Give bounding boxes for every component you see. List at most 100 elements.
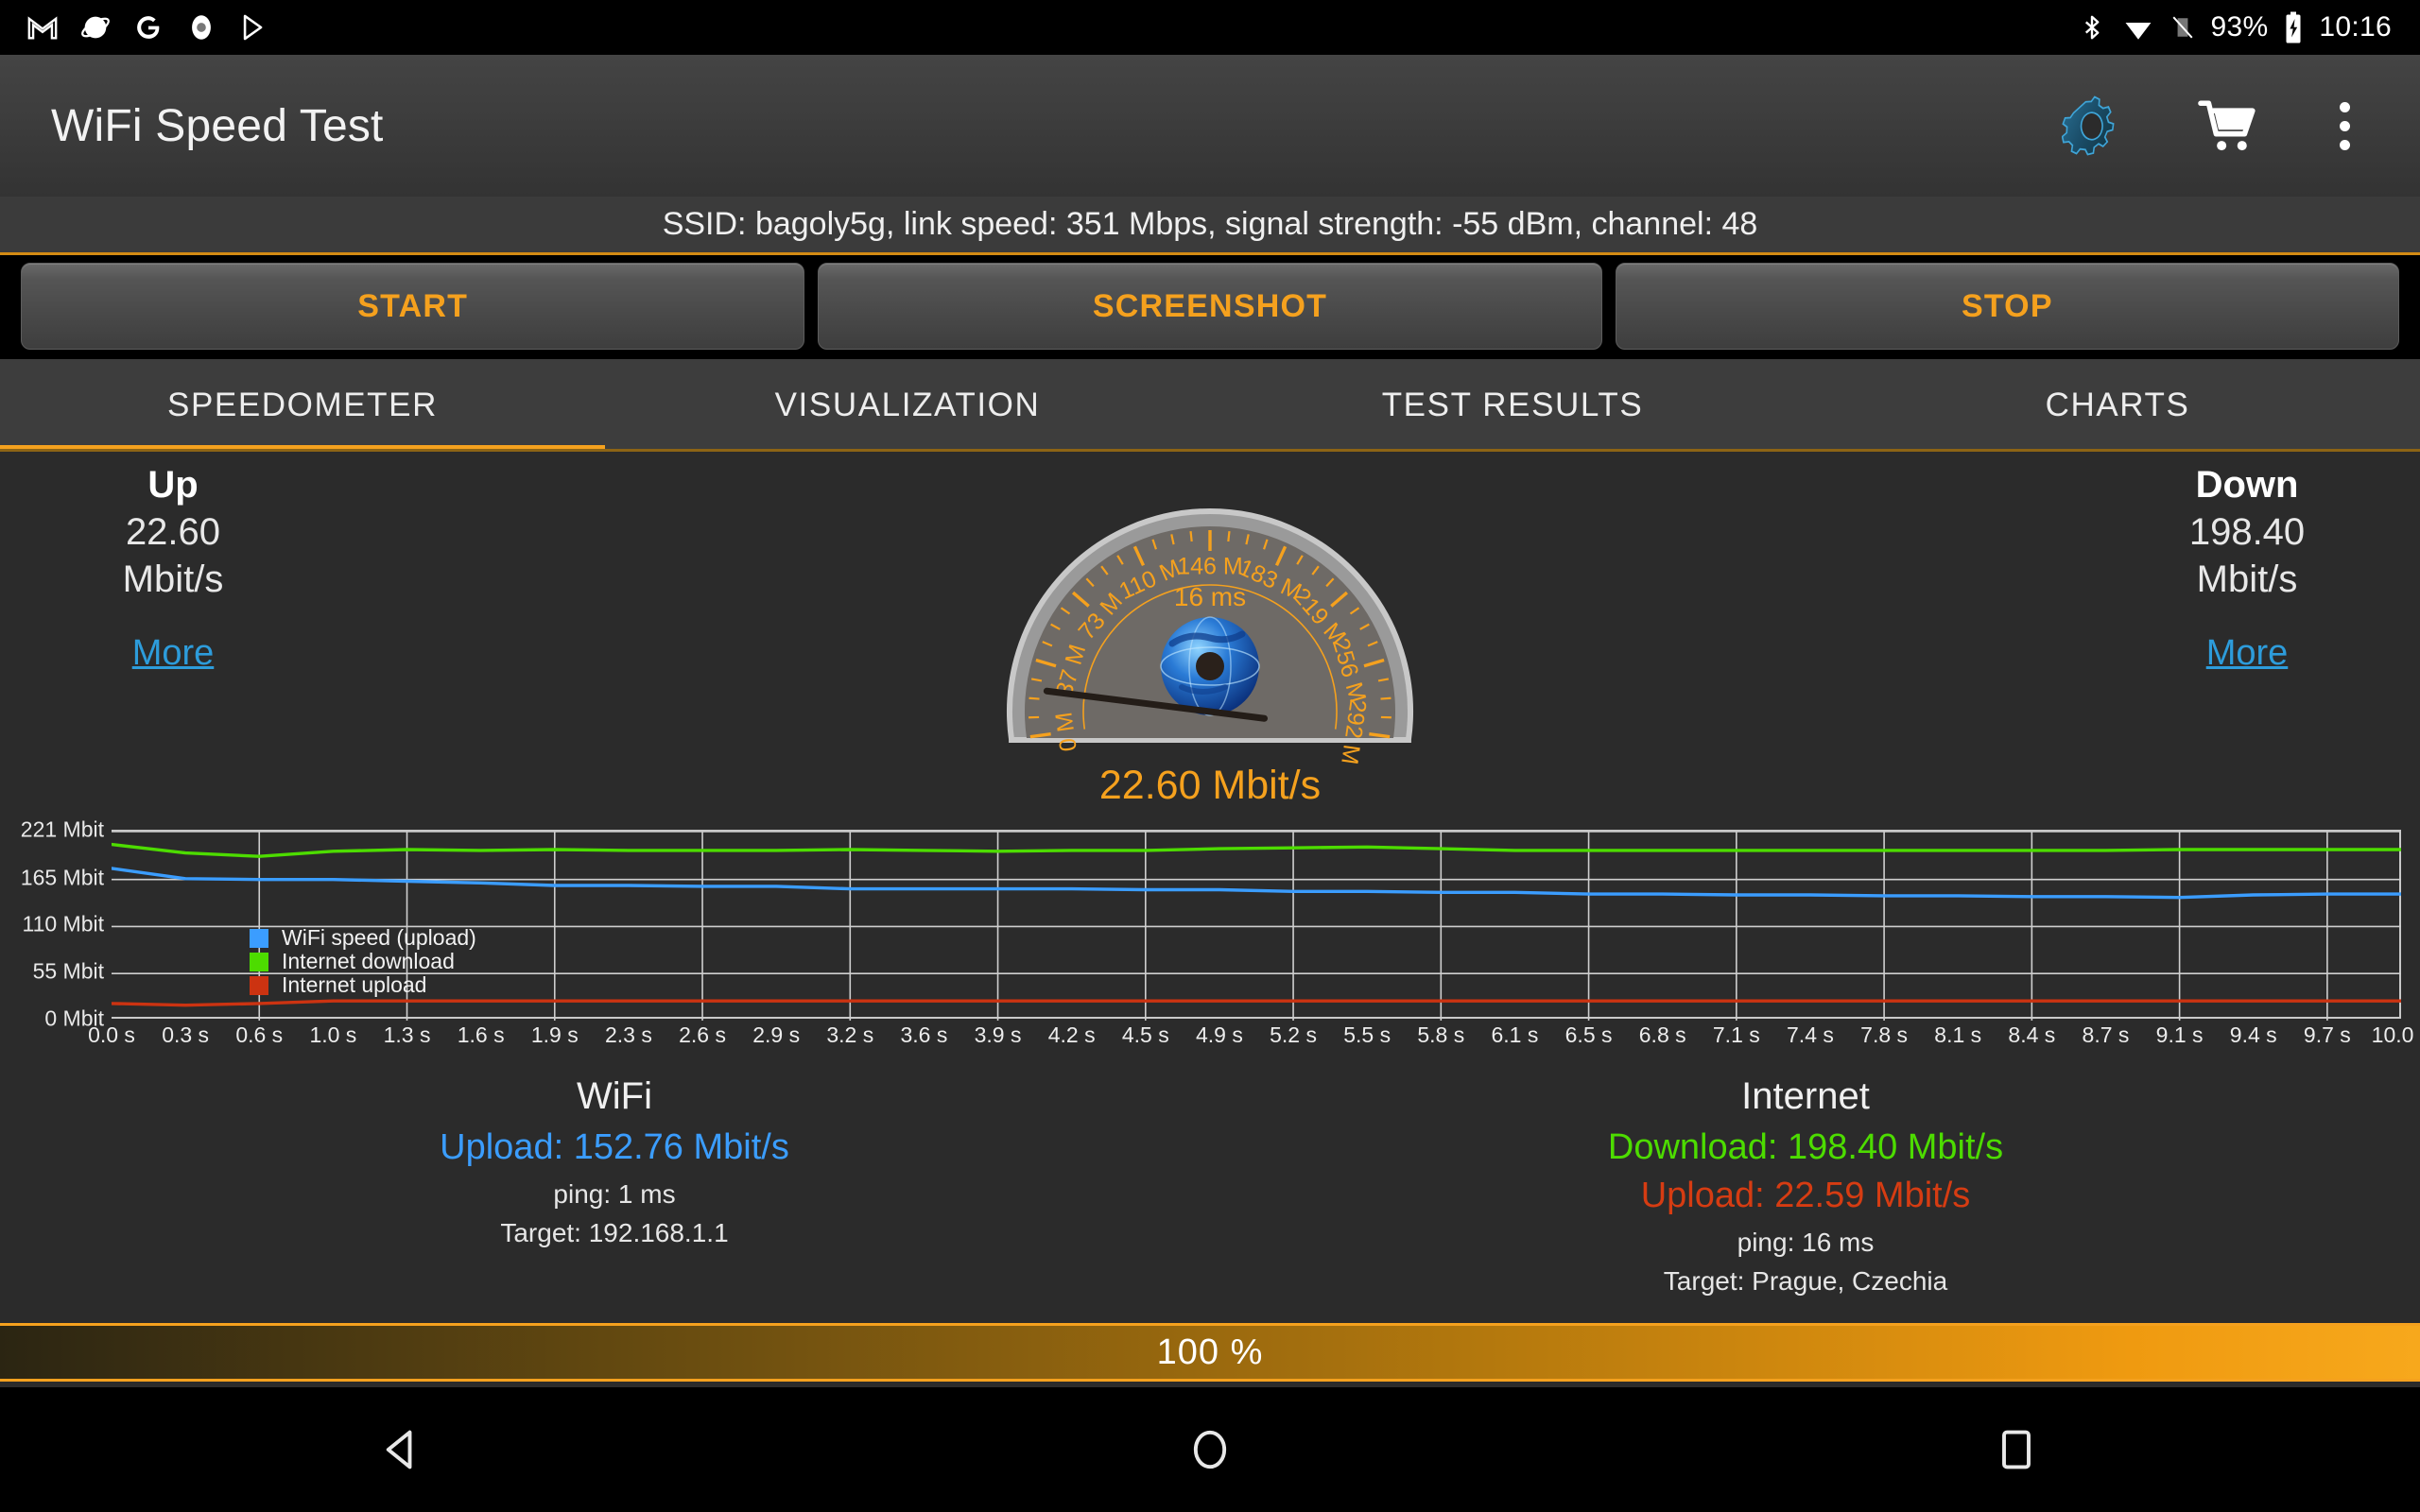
google-icon bbox=[132, 11, 164, 43]
chart-x-tick: 7.1 s bbox=[1713, 1022, 1760, 1048]
progress-bar: 100 % bbox=[0, 1323, 2420, 1382]
overflow-menu-icon[interactable] bbox=[2325, 96, 2365, 156]
chart-x-tick: 4.5 s bbox=[1122, 1022, 1169, 1048]
recents-icon[interactable] bbox=[1931, 1407, 2101, 1492]
battery-charging-icon bbox=[2283, 10, 2304, 44]
gmail-icon bbox=[26, 11, 59, 43]
progress-label: 100 % bbox=[1157, 1332, 1264, 1373]
wifi-ping-value: ping: 1 ms bbox=[189, 1176, 1040, 1214]
chart-x-axis: 0.0 s0.3 s0.6 s1.0 s1.3 s1.6 s1.9 s2.3 s… bbox=[112, 1022, 2401, 1057]
home-icon[interactable] bbox=[1125, 1407, 1295, 1492]
action-button-row: START SCREENSHOT STOP bbox=[0, 263, 2420, 350]
legend-item-wifi-upload: WiFi speed (upload) bbox=[250, 926, 476, 950]
wifi-results: WiFi Upload: 152.76 Mbit/s ping: 1 ms Ta… bbox=[189, 1075, 1040, 1252]
battery-percent-label: 93% bbox=[2210, 11, 2268, 43]
chart-x-tick: 1.0 s bbox=[309, 1022, 356, 1048]
screenshot-button[interactable]: SCREENSHOT bbox=[818, 263, 1601, 350]
upload-more-link[interactable]: More bbox=[132, 633, 215, 674]
chart-x-tick: 1.9 s bbox=[531, 1022, 579, 1048]
legend-swatch-internet-upload bbox=[250, 976, 268, 995]
wifi-target-value: Target: 192.168.1.1 bbox=[189, 1214, 1040, 1253]
chart-legend: WiFi speed (upload) Internet download In… bbox=[250, 926, 476, 997]
chart-y-tick: 221 Mbit bbox=[21, 817, 104, 843]
chart-x-tick: 5.5 s bbox=[1343, 1022, 1391, 1048]
chart-x-tick: 6.1 s bbox=[1492, 1022, 1539, 1048]
start-button[interactable]: START bbox=[21, 263, 804, 350]
chart-x-tick: 2.3 s bbox=[605, 1022, 652, 1048]
svg-text:0 M: 0 M bbox=[1050, 711, 1082, 753]
chart-x-tick: 2.6 s bbox=[679, 1022, 726, 1048]
download-more-link[interactable]: More bbox=[2206, 633, 2289, 674]
chart-x-tick: 9.7 s bbox=[2304, 1022, 2351, 1048]
no-sim-icon bbox=[2170, 11, 2195, 43]
chart-x-tick: 4.9 s bbox=[1196, 1022, 1243, 1048]
ssid-info-text: SSID: bagoly5g, link speed: 351 Mbps, si… bbox=[663, 206, 1758, 243]
clock-label: 10:16 bbox=[2319, 11, 2392, 43]
chart-x-tick: 1.6 s bbox=[458, 1022, 505, 1048]
chart-x-tick: 9.1 s bbox=[2156, 1022, 2204, 1048]
download-summary: Down 198.40 Mbit/s More bbox=[2091, 461, 2403, 674]
stop-button[interactable]: STOP bbox=[1616, 263, 2399, 350]
chart-x-tick: 0.3 s bbox=[162, 1022, 209, 1048]
chart-x-tick: 0.6 s bbox=[235, 1022, 283, 1048]
internet-results-heading: Internet bbox=[1380, 1075, 2231, 1118]
chart-y-tick: 165 Mbit bbox=[21, 865, 104, 890]
legend-swatch-wifi-upload bbox=[250, 929, 268, 948]
tab-test-results[interactable]: TEST RESULTS bbox=[1210, 359, 1815, 452]
page-title: WiFi Speed Test bbox=[0, 100, 384, 152]
results-summary: WiFi Upload: 152.76 Mbit/s ping: 1 ms Ta… bbox=[0, 1075, 2420, 1340]
status-bar: 93% 10:16 bbox=[0, 0, 2420, 55]
chart-x-tick: 10.0 s bbox=[2372, 1022, 2420, 1048]
wifi-icon bbox=[2121, 11, 2155, 43]
chart-x-tick: 3.9 s bbox=[975, 1022, 1022, 1048]
wifi-upload-value: Upload: 152.76 Mbit/s bbox=[189, 1127, 1040, 1168]
upload-label: Up bbox=[17, 461, 329, 508]
internet-results: Internet Download: 198.40 Mbit/s Upload:… bbox=[1380, 1075, 2231, 1300]
android-nav-bar bbox=[0, 1387, 2420, 1512]
chart-x-tick: 3.2 s bbox=[826, 1022, 873, 1048]
upload-summary: Up 22.60 Mbit/s More bbox=[17, 461, 329, 674]
app-bar-actions bbox=[2062, 91, 2420, 161]
back-icon[interactable] bbox=[319, 1407, 489, 1492]
chart-x-tick: 7.8 s bbox=[1860, 1022, 1908, 1048]
internet-upload-value: Upload: 22.59 Mbit/s bbox=[1380, 1176, 2231, 1216]
chart-x-tick: 3.6 s bbox=[900, 1022, 947, 1048]
chart-x-tick: 6.5 s bbox=[1565, 1022, 1613, 1048]
chart-x-tick: 8.1 s bbox=[1934, 1022, 1981, 1048]
tab-visualization[interactable]: VISUALIZATION bbox=[605, 359, 1210, 452]
settings-gear-icon[interactable] bbox=[2062, 91, 2132, 161]
chart-x-tick: 0.0 s bbox=[88, 1022, 135, 1048]
svg-text:16 ms: 16 ms bbox=[1174, 582, 1246, 611]
bluetooth-icon bbox=[2078, 11, 2106, 43]
internet-ping-value: ping: 16 ms bbox=[1380, 1224, 2231, 1263]
chart-x-tick: 6.8 s bbox=[1639, 1022, 1686, 1048]
tab-bar: SPEEDOMETER VISUALIZATION TEST RESULTS C… bbox=[0, 359, 2420, 452]
download-value: 198.40 bbox=[2091, 508, 2403, 556]
chart-x-tick: 4.2 s bbox=[1048, 1022, 1096, 1048]
record-icon bbox=[185, 11, 217, 43]
speedometer-panel: Up 22.60 Mbit/s More Down 198.40 Mbit/s … bbox=[0, 452, 2420, 1353]
legend-label-internet-upload: Internet upload bbox=[282, 972, 426, 998]
internet-download-value: Download: 198.40 Mbit/s bbox=[1380, 1127, 2231, 1168]
chart-y-tick: 110 Mbit bbox=[22, 912, 104, 937]
chart-y-tick: 55 Mbit bbox=[33, 959, 104, 985]
tab-charts[interactable]: CHARTS bbox=[1815, 359, 2420, 452]
cart-icon[interactable] bbox=[2198, 98, 2258, 153]
app-bar: WiFi Speed Test bbox=[0, 55, 2420, 197]
status-bar-left-icons bbox=[0, 11, 270, 43]
chart-x-tick: 5.8 s bbox=[1417, 1022, 1464, 1048]
svg-text:146 M: 146 M bbox=[1177, 554, 1242, 580]
internet-target-value: Target: Prague, Czechia bbox=[1380, 1263, 2231, 1301]
legend-item-internet-download: Internet download bbox=[250, 950, 476, 973]
speed-chart: 0 Mbit55 Mbit110 Mbit165 Mbit221 Mbit Wi… bbox=[0, 830, 2420, 1057]
legend-item-internet-upload: Internet upload bbox=[250, 973, 476, 997]
status-bar-right-icons: 93% 10:16 bbox=[2078, 10, 2420, 44]
chart-x-tick: 9.4 s bbox=[2230, 1022, 2277, 1048]
upload-unit: Mbit/s bbox=[17, 556, 329, 603]
chart-x-tick: 8.4 s bbox=[2008, 1022, 2055, 1048]
tab-speedometer[interactable]: SPEEDOMETER bbox=[0, 359, 605, 452]
download-label: Down bbox=[2091, 461, 2403, 508]
play-store-icon bbox=[238, 11, 270, 43]
gauge-reading-label: 22.60 Mbit/s bbox=[983, 763, 1437, 809]
chart-x-tick: 5.2 s bbox=[1270, 1022, 1317, 1048]
